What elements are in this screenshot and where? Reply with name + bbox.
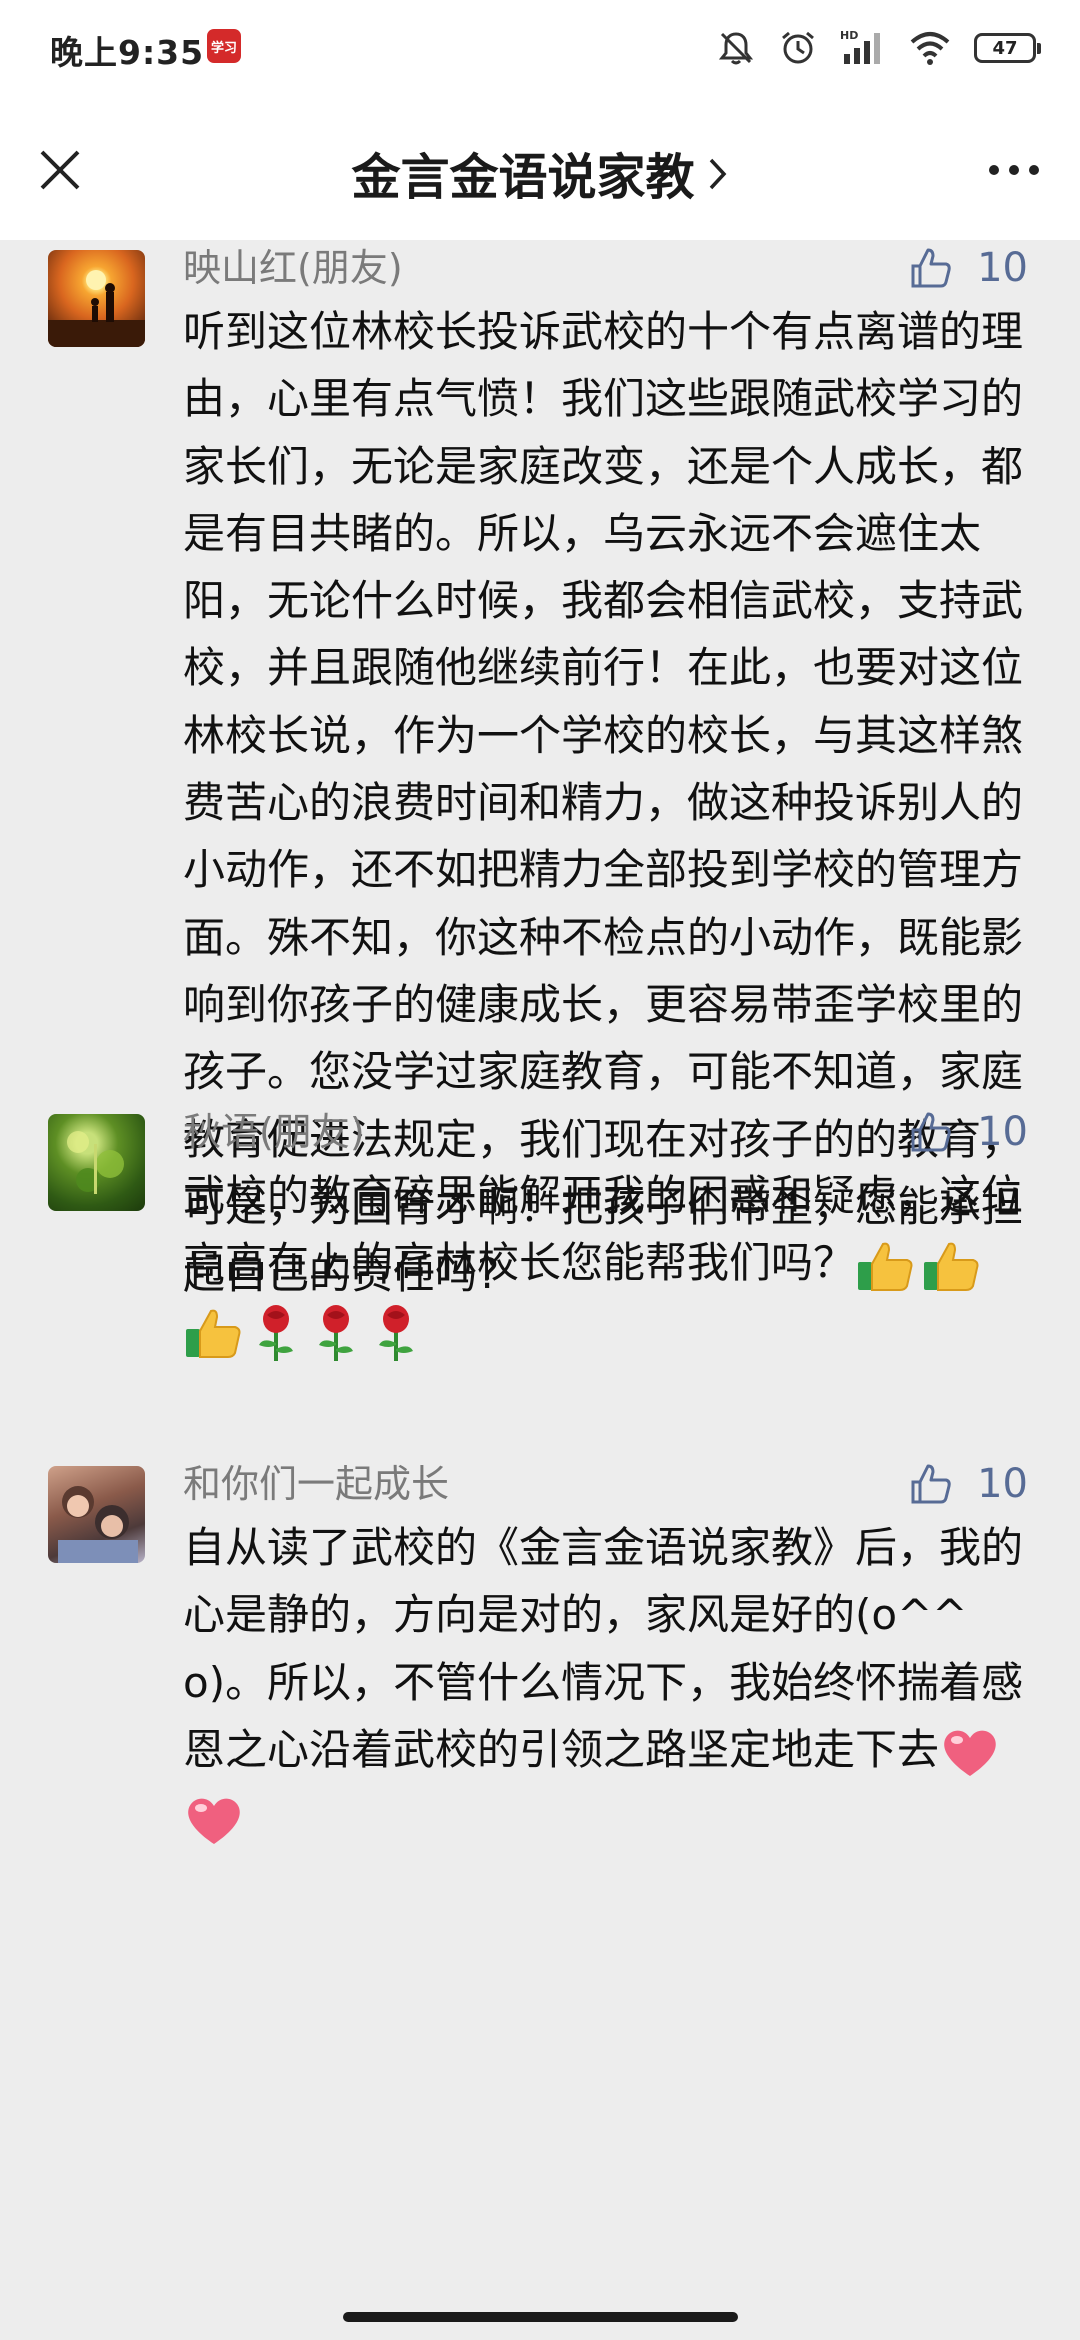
mute-icon: [718, 32, 754, 65]
comment-author[interactable]: 秋语(朋友): [183, 1109, 365, 1155]
app-notification-icon: 学习: [207, 29, 241, 63]
status-icons: HD 47: [716, 26, 1041, 70]
comment-text-body: 自从读了武校的《金言金语说家教》后，我的心是静的，方向是对的，家风是好的(o^^…: [183, 1523, 1024, 1774]
status-bar: 晚上9:35 学习 HD 47: [0, 0, 1080, 100]
page-title[interactable]: 金言金语说家教: [0, 138, 1080, 209]
like-count: 10: [977, 1109, 1028, 1155]
thumbs-up-emoji: [858, 1242, 913, 1291]
battery-icon: 47: [974, 33, 1041, 63]
thumbs-up-emoji: [186, 1309, 241, 1359]
wifi-icon: [910, 32, 950, 65]
comment-text: 听到这位林校长投诉武校的十个有点离谱的理由，心里有点气愤！我们这些跟随武校学习的…: [183, 307, 1024, 1299]
avatar[interactable]: [48, 1466, 145, 1563]
thumbs-up-icon: [911, 248, 951, 288]
hd-signal-icon: HD: [840, 29, 880, 64]
home-indicator[interactable]: [343, 2312, 738, 2322]
status-time: 晚上9:35: [50, 33, 205, 72]
comment-author[interactable]: 映山红(朋友): [183, 245, 403, 291]
comment-text: 自从读了武校的《金言金语说家教》后，我的心是静的，方向是对的，家风是好的(o^^…: [183, 1514, 1033, 1850]
more-button[interactable]: [976, 138, 1052, 202]
alarm-icon: [782, 31, 814, 64]
title-bar: 金言金语说家教: [0, 100, 1080, 240]
chevron-right-icon: [707, 156, 729, 192]
battery-level: 47: [992, 37, 1018, 59]
comment-text: 武校的教育碎思能解开我的困惑和疑虑，这位高高在上的高林校长您能帮我们吗？: [183, 1162, 1033, 1364]
app-notification-icon-label: 学习: [210, 40, 237, 56]
rose-emoji: [319, 1305, 353, 1362]
thumbs-up-icon: [911, 1464, 951, 1504]
thumbs-up-icon: [911, 1112, 951, 1152]
like-button[interactable]: 10: [909, 1109, 1028, 1155]
rose-emoji: [259, 1305, 293, 1362]
like-count: 10: [977, 1461, 1028, 1507]
avatar[interactable]: [48, 1114, 145, 1211]
page-title-text: 金言金语说家教: [351, 149, 695, 206]
more-icon-dot: [1009, 165, 1019, 175]
comment-author[interactable]: 和你们一起成长: [183, 1461, 449, 1507]
heart-emoji: [944, 1730, 996, 1777]
like-count: 10: [977, 245, 1028, 291]
thumbs-up-emoji: [924, 1242, 979, 1291]
avatar[interactable]: [48, 250, 145, 347]
more-icon-dot: [1029, 165, 1039, 175]
rose-emoji: [379, 1305, 413, 1362]
more-icon-dot: [989, 165, 999, 175]
like-button[interactable]: 10: [909, 1461, 1028, 1507]
like-button[interactable]: 10: [909, 245, 1028, 291]
heart-emoji: [188, 1798, 240, 1844]
svg-text:HD: HD: [840, 29, 858, 42]
